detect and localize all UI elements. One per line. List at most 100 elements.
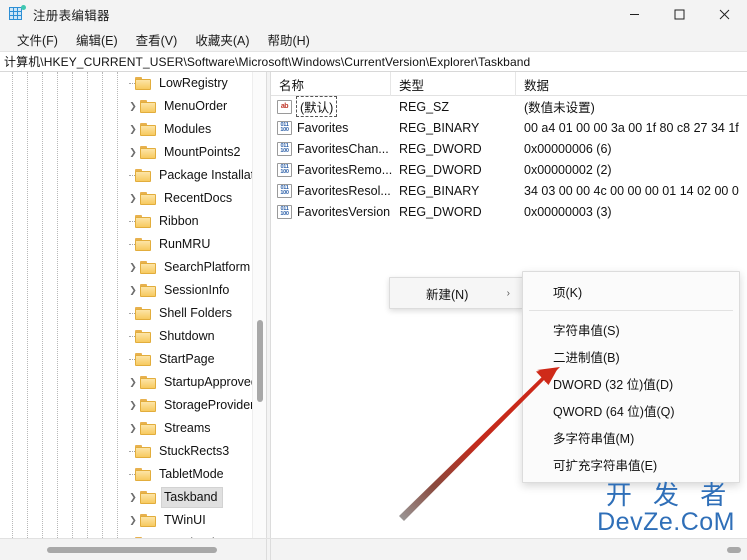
tree-horizontal-scrollbar-thumb[interactable] xyxy=(47,547,217,553)
folder-icon xyxy=(140,490,157,505)
maximize-button[interactable] xyxy=(657,0,702,28)
tree-item-sessioninfo[interactable]: ❯ SessionInfo xyxy=(0,279,252,302)
value-name-cell: 011 100 FavoritesVersion xyxy=(277,201,393,222)
tree-item-twinui[interactable]: ❯ TWinUI xyxy=(0,509,252,532)
context-menu-item[interactable]: 二进制值(B) xyxy=(523,343,739,370)
minimize-button[interactable] xyxy=(612,0,657,28)
binary-value-icon: 011 100 xyxy=(277,162,292,177)
window-controls xyxy=(612,0,747,28)
scrollbar-splitter xyxy=(266,539,271,560)
chevron-right-icon[interactable]: ❯ xyxy=(126,394,140,417)
chevron-right-icon[interactable]: ❯ xyxy=(126,118,140,141)
tree-item-ribbon[interactable]: Ribbon xyxy=(0,210,252,233)
tree-item-shutdown[interactable]: Shutdown xyxy=(0,325,252,348)
context-menu-item[interactable]: QWORD (64 位)值(Q) xyxy=(523,397,739,424)
binary-value-icon: 011 100 xyxy=(277,141,292,156)
table-row[interactable]: 011 100 FavoritesResol... REG_BINARY 34 03 0… xyxy=(271,180,747,201)
folder-icon xyxy=(135,76,152,91)
values-horizontal-scrollbar-thumb[interactable] xyxy=(727,547,741,553)
registry-tree[interactable]: LowRegistry ❯ MenuOrder ❯ Modules ❯ MountPoint… xyxy=(0,72,252,538)
context-menu-new[interactable]: 新建(N) › xyxy=(389,277,523,309)
context-menu-item[interactable]: 字符串值(S) xyxy=(523,316,739,343)
context-menu-item[interactable]: DWORD (32 位)值(D) xyxy=(523,370,739,397)
watermark: 开 发 者 DevZe.CoM xyxy=(597,481,735,536)
tree-item-label: StuckRects3 xyxy=(159,444,230,458)
tree-leaf-connector xyxy=(126,210,135,233)
tree-item-storageprovider[interactable]: ❯ StorageProvider xyxy=(0,394,252,417)
tree-vertical-scrollbar[interactable] xyxy=(252,72,266,538)
tree-item-stuckrects3[interactable]: StuckRects3 xyxy=(0,440,252,463)
table-row[interactable]: 011 100 FavoritesRemo... REG_DWORD 0x0000000… xyxy=(271,159,747,180)
chevron-right-icon[interactable]: ❯ xyxy=(126,95,140,118)
value-data-cell: 0x00000003 (3) xyxy=(524,204,612,219)
tree-item-shell-folders[interactable]: Shell Folders xyxy=(0,302,252,325)
menu-view[interactable]: 查看(V) xyxy=(127,28,187,51)
tree-item-label: StartPage xyxy=(159,352,215,366)
column-header-name[interactable]: 名称 xyxy=(271,72,391,96)
tree-leaf-connector xyxy=(126,72,135,95)
watermark-line-2: DevZe.CoM xyxy=(597,508,735,536)
value-name-cell: 011 100 FavoritesChan... xyxy=(277,138,393,159)
column-header-data[interactable]: 数据 xyxy=(516,72,747,96)
tree-item-recentdocs[interactable]: ❯ RecentDocs xyxy=(0,187,252,210)
chevron-right-icon[interactable]: ❯ xyxy=(126,256,140,279)
chevron-right-icon[interactable]: ❯ xyxy=(126,509,140,532)
context-menu-separator xyxy=(529,310,733,311)
context-menu-item[interactable]: 项(K) xyxy=(523,278,739,305)
folder-icon xyxy=(140,375,157,390)
tree-item-tabletmode[interactable]: TabletMode xyxy=(0,463,252,486)
context-menu-item[interactable]: 多字符串值(M) xyxy=(523,424,739,451)
close-button[interactable] xyxy=(702,0,747,28)
value-name: FavoritesRemo... xyxy=(297,162,393,177)
value-name: (默认) xyxy=(295,96,338,117)
tree-item-startupapproved[interactable]: ❯ StartupApproved xyxy=(0,371,252,394)
context-submenu-new[interactable]: 项(K) 字符串值(S) 二进制值(B) DWORD (32 位)值(D) QWORD … xyxy=(522,271,740,483)
table-row[interactable]: 011 100 Favorites REG_BINARY 00 a4 01 00 00 … xyxy=(271,117,747,138)
tree-item-package-installati[interactable]: Package Installati xyxy=(0,164,252,187)
menu-favorites[interactable]: 收藏夹(A) xyxy=(186,28,258,51)
tree-scrollbar-thumb[interactable] xyxy=(257,320,263,402)
tree-item-taskband[interactable]: ❯ Taskband xyxy=(0,486,252,509)
address-bar[interactable]: 计算机\HKEY_CURRENT_USER\Software\Microsoft… xyxy=(0,51,747,72)
tree-item-modules[interactable]: ❯ Modules xyxy=(0,118,252,141)
chevron-right-icon[interactable]: ❯ xyxy=(126,486,140,509)
table-row[interactable]: 011 100 FavoritesVersion REG_DWORD 0x0000000… xyxy=(271,201,747,222)
menu-help[interactable]: 帮助(H) xyxy=(258,28,318,51)
value-list[interactable]: ab (默认) REG_SZ (数值未设置) 011 100 Favorites REG_BI… xyxy=(271,96,747,222)
chevron-right-icon[interactable]: ❯ xyxy=(126,417,140,440)
table-row[interactable]: 011 100 FavoritesChan... REG_DWORD 0x0000000… xyxy=(271,138,747,159)
tree-leaf-connector xyxy=(126,164,135,187)
folder-icon xyxy=(140,421,157,436)
chevron-right-icon[interactable]: ❯ xyxy=(126,371,140,394)
context-menu-new-label: 新建(N) xyxy=(426,287,469,302)
chevron-right-icon: › xyxy=(506,287,510,299)
tree-item-runmru[interactable]: RunMRU xyxy=(0,233,252,256)
folder-icon xyxy=(140,283,157,298)
tree-item-mountpoints2[interactable]: ❯ MountPoints2 xyxy=(0,141,252,164)
folder-icon xyxy=(140,145,157,160)
menu-file[interactable]: 文件(F) xyxy=(8,28,67,51)
chevron-right-icon[interactable]: ❯ xyxy=(126,141,140,164)
tree-item-searchplatform[interactable]: ❯ SearchPlatform xyxy=(0,256,252,279)
tree-item-menuorder[interactable]: ❯ MenuOrder xyxy=(0,95,252,118)
value-data-cell: (数值未设置) xyxy=(524,101,595,115)
value-type-cell: REG_SZ xyxy=(399,99,450,114)
column-header-type[interactable]: 类型 xyxy=(391,72,516,96)
registry-tree-pane: LowRegistry ❯ MenuOrder ❯ Modules ❯ MountPoint… xyxy=(0,72,266,538)
chevron-right-icon[interactable]: ❯ xyxy=(126,279,140,302)
tree-item-streams[interactable]: ❯ Streams xyxy=(0,417,252,440)
tree-item-lowregistry[interactable]: LowRegistry xyxy=(0,72,252,95)
table-row[interactable]: ab (默认) REG_SZ (数值未设置) xyxy=(271,96,747,117)
chevron-right-icon[interactable]: ❯ xyxy=(126,187,140,210)
tree-item-label: SearchPlatform xyxy=(164,260,251,274)
context-menu-item[interactable]: 可扩充字符串值(E) xyxy=(523,451,739,478)
menu-edit[interactable]: 编辑(E) xyxy=(67,28,127,51)
value-type-cell: REG_DWORD xyxy=(399,162,482,177)
tree-item-startpage[interactable]: StartPage xyxy=(0,348,252,371)
